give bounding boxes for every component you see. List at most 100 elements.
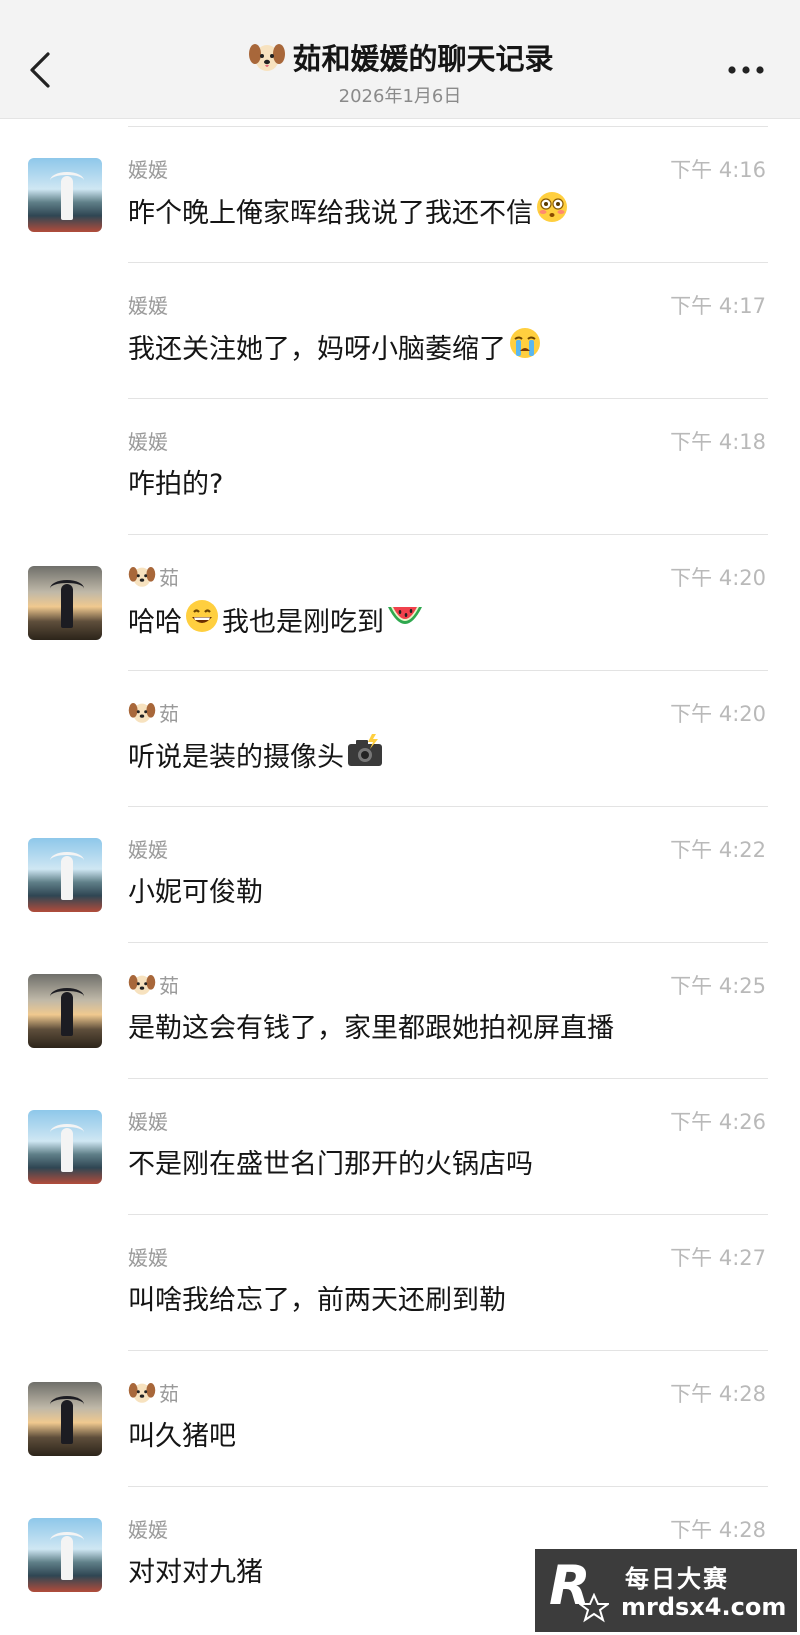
message-divider [128, 1078, 768, 1079]
message-time: 下午 4:22 [670, 838, 766, 862]
message-text-part: 不是刚在盛世名门那开的火锅店吗 [128, 1149, 533, 1180]
message-row[interactable]: 茹 下午 4:28 叫久猪吧 [0, 1350, 800, 1486]
message-time: 下午 4:25 [670, 974, 766, 998]
message-text-part: 叫啥我给忘了，前两天还刷到勒 [128, 1285, 506, 1316]
flushed-face-icon [535, 190, 569, 231]
avatar-yuanyuan[interactable] [28, 1110, 102, 1184]
sender-label: 茹 [159, 974, 179, 998]
sender-name: 媛媛 [128, 834, 168, 863]
avatar-yuanyuan[interactable] [28, 1518, 102, 1592]
chat-title: 茹和媛媛的聊天记录 [292, 42, 554, 76]
message-text-part: 对对对九猪 [128, 1557, 263, 1588]
sender-name: 媛媛 [128, 154, 168, 183]
message-text: 咋拍的? [128, 462, 223, 501]
sender-name: 媛媛 [128, 1106, 168, 1135]
camera-with-flash-icon [346, 734, 384, 775]
dog-face-icon [128, 700, 156, 725]
message-divider [128, 806, 768, 807]
watermark-name: 每日大赛 [625, 1565, 729, 1593]
crying-face-icon [508, 326, 542, 367]
avatar-ru[interactable] [28, 566, 102, 640]
message-divider [128, 534, 768, 535]
sender-label: 媛媛 [128, 1518, 168, 1542]
sender-name: 茹 [128, 970, 179, 999]
sender-label: 媛媛 [128, 294, 168, 318]
chat-date: 2026年1月6日 [338, 86, 462, 107]
chat-history-header: 茹和媛媛的聊天记录 2026年1月6日 [0, 0, 800, 119]
message-row[interactable]: 媛媛 下午 4:16 昨个晚上俺家晖给我说了我还不信 [0, 126, 800, 262]
sender-label: 媛媛 [128, 158, 168, 182]
message-time: 下午 4:17 [670, 294, 766, 318]
message-row[interactable]: 媛媛 下午 4:17 我还关注她了，妈呀小脑萎缩了 [0, 262, 800, 398]
message-row[interactable]: 茹 下午 4:20 听说是装的摄像头 [0, 670, 800, 806]
avatar-yuanyuan[interactable] [28, 838, 102, 912]
message-divider [128, 126, 768, 127]
message-row[interactable]: 茹 下午 4:20 哈哈 我也是刚吃到 [0, 534, 800, 670]
sender-name: 茹 [128, 562, 179, 591]
sender-name: 媛媛 [128, 1242, 168, 1271]
message-text: 叫久猪吧 [128, 1414, 236, 1453]
sender-name: 媛媛 [128, 1514, 168, 1543]
message-text-part: 听说是装的摄像头 [128, 742, 344, 773]
dog-face-icon [128, 564, 156, 589]
message-row[interactable]: 媛媛 下午 4:26 不是刚在盛世名门那开的火锅店吗 [0, 1078, 800, 1214]
sender-label: 茹 [159, 566, 179, 590]
message-text: 对对对九猪 [128, 1550, 263, 1589]
sender-name: 茹 [128, 698, 179, 727]
avatar-yuanyuan[interactable] [28, 158, 102, 232]
sender-label: 媛媛 [128, 1110, 168, 1134]
message-text-part: 是勒这会有钱了，家里都跟她拍视屏直播 [128, 1013, 614, 1044]
watermark-url: mrdsx4.com [621, 1593, 787, 1621]
message-divider [128, 1214, 768, 1215]
dog-face-icon [128, 972, 156, 997]
message-row[interactable]: 媛媛 下午 4:27 叫啥我给忘了，前两天还刷到勒 [0, 1214, 800, 1350]
message-time: 下午 4:16 [670, 158, 766, 182]
message-row[interactable]: 媛媛 下午 4:22 小妮可俊勒 [0, 806, 800, 942]
title-block: 茹和媛媛的聊天记录 2026年1月6日 [0, 36, 800, 108]
message-text: 不是刚在盛世名门那开的火锅店吗 [128, 1142, 533, 1181]
message-time: 下午 4:28 [670, 1382, 766, 1406]
more-dots-icon [728, 66, 764, 74]
message-text-part: 叫久猪吧 [128, 1421, 236, 1452]
sender-label: 茹 [159, 1382, 179, 1406]
avatar-ru[interactable] [28, 974, 102, 1048]
dog-face-icon [128, 1380, 156, 1405]
sender-name: 媛媛 [128, 426, 168, 455]
sender-label: 茹 [159, 702, 179, 726]
grinning-face-icon [184, 598, 220, 641]
dog-face-emoji [249, 44, 286, 71]
message-time: 下午 4:27 [670, 1246, 766, 1270]
message-time: 下午 4:20 [670, 702, 766, 726]
sender-name: 媛媛 [128, 290, 168, 319]
message-text-part: 我还关注她了，妈呀小脑萎缩了 [128, 334, 506, 365]
message-text-part: 我也是刚吃到 [222, 607, 384, 638]
message-text: 小妮可俊勒 [128, 870, 263, 909]
message-text-part: 昨个晚上俺家晖给我说了我还不信 [128, 198, 533, 229]
message-divider [128, 670, 768, 671]
message-list[interactable]: 媛媛 下午 4:16 昨个晚上俺家晖给我说了我还不信 媛媛 下午 4:17 我还关注她了，… [0, 126, 800, 1622]
message-text-part: 小妮可俊勒 [128, 877, 263, 908]
site-watermark: R 每日大赛 mrdsx4.com [532, 1546, 800, 1635]
message-text: 叫啥我给忘了，前两天还刷到勒 [128, 1278, 506, 1317]
message-divider [128, 398, 768, 399]
message-row[interactable]: 媛媛 下午 4:18 咋拍的? [0, 398, 800, 534]
more-options-button[interactable] [726, 62, 766, 78]
message-divider [128, 262, 768, 263]
sender-label: 媛媛 [128, 1246, 168, 1270]
message-divider [128, 942, 768, 943]
message-text: 听说是装的摄像头 [128, 734, 386, 775]
message-divider [128, 1486, 768, 1487]
avatar-ru[interactable] [28, 1382, 102, 1456]
message-row[interactable]: 茹 下午 4:25 是勒这会有钱了，家里都跟她拍视屏直播 [0, 942, 800, 1078]
star-icon [579, 1593, 609, 1623]
message-text: 哈哈 我也是刚吃到 [128, 598, 426, 641]
message-text-part: 咋拍的? [128, 469, 224, 500]
watermelon-icon [386, 601, 424, 638]
message-text-part: 哈哈 [128, 607, 182, 638]
message-text: 是勒这会有钱了，家里都跟她拍视屏直播 [128, 1006, 614, 1045]
message-text: 昨个晚上俺家晖给我说了我还不信 [128, 190, 571, 231]
message-divider [128, 1350, 768, 1351]
message-time: 下午 4:20 [670, 566, 766, 590]
message-text: 我还关注她了，妈呀小脑萎缩了 [128, 326, 544, 367]
message-time: 下午 4:26 [670, 1110, 766, 1134]
